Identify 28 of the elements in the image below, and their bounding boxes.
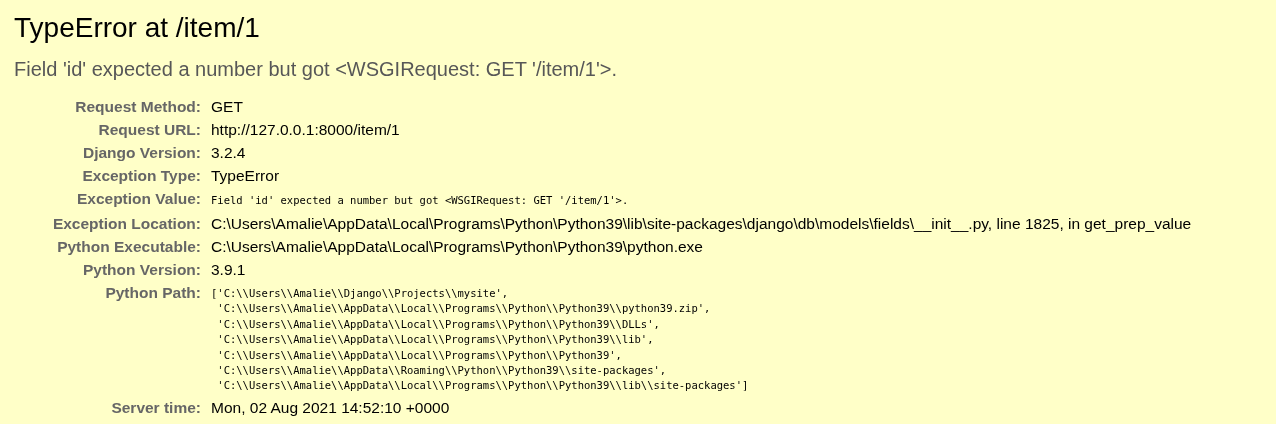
path-line: 'C:\\Users\\Amalie\\AppData\\Local\\Programs\\Python\\Python39', [216,347,623,363]
field-label: Request URL: [97,120,202,140]
path-line: 'C:\\Users\\Amalie\\AppData\\Local\\Programs\\Python\\Python39\\lib', [216,332,655,348]
path-line: 'C:\\Users\\Amalie\\AppData\\Roaming\\Python\\Python39\\site-packages', [216,363,668,379]
field-label: Python Version: [14,258,211,281]
field-value: 3.2.4 [211,144,246,161]
error-title: TypeError at /item/1 [14,11,261,45]
field-value: GET [211,98,243,115]
field-value: Field 'id' expected a number but got <WSGIRequest: GET '/item/1'>. [211,194,629,206]
field-value: C:\Users\Amalie\AppData\Local\Programs\Python\Python39\lib\site-packages\django\db\models\fields\__init__.py, line 1825, in get_prep_value [211,215,1192,232]
path-line: ['C:\\Users\\Amalie\\Django\\Projects\\mysite', [211,286,510,301]
error-message: Field 'id' expected a number but got <WSGIRequest: GET '/item/1'>. [14,57,618,82]
path-line: 'C:\\Users\\Amalie\\AppData\\Local\\Programs\\Python\\Python39\\lib\\site-packages'] [216,378,750,394]
field-label: Python Path: [104,283,202,303]
field-value: Mon, 02 Aug 2021 14:52:10 +0000 [211,398,450,416]
field-value: 3.9.1 [211,261,246,278]
field-label: Exception Location: [14,212,211,235]
field-value: TypeError [211,167,280,184]
field-label: Exception Value: [75,189,202,209]
field-label: Python Executable: [14,235,211,258]
path-line: 'C:\\Users\\Amalie\\AppData\\Local\\Programs\\Python\\Python39\\python39.zip', [216,301,712,317]
field-label: Exception Type: [14,164,211,187]
field-value: http://127.0.0.1:8000/item/1 [211,121,400,138]
field-label: Request Method: [14,95,211,118]
field-label: Server time: [110,397,202,418]
field-label: Django Version: [14,141,211,164]
field-value: C:\Users\Amalie\AppData\Local\Programs\Python\Python39\python.exe [211,238,703,255]
path-line: 'C:\\Users\\Amalie\\AppData\\Local\\Programs\\Python\\Python39\\DLLs', [216,316,661,332]
